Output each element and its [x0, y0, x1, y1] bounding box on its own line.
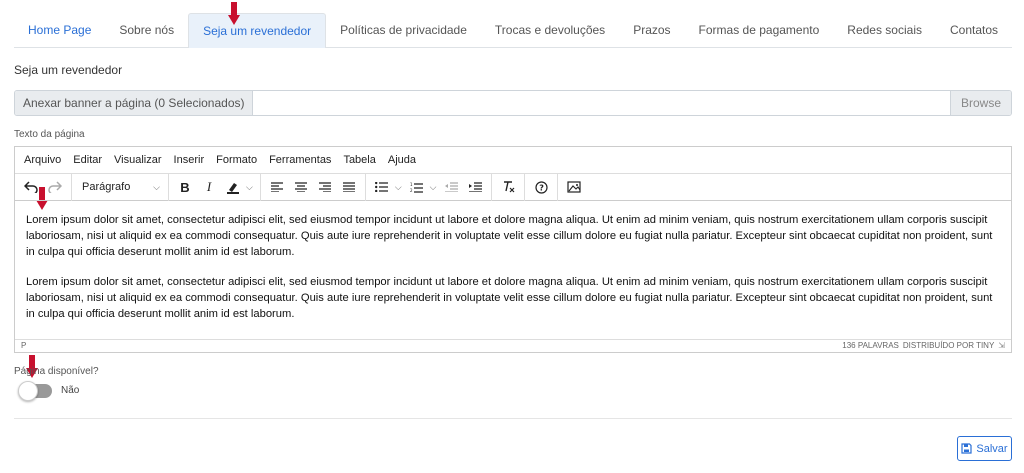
tab-redes-sociais[interactable]: Redes sociais	[833, 13, 936, 48]
menu-ajuda[interactable]: Ajuda	[382, 154, 422, 166]
tab-seja-um-revendedor[interactable]: Seja um revendedor	[188, 13, 327, 48]
editor-toolbar: Parágrafo ⌵ B I ⌵ ⌵ 1 2 ⌵ ?	[15, 173, 1011, 201]
tab-politicas-de-privacidade[interactable]: Políticas de privacidade	[326, 13, 481, 48]
banner-file-field[interactable]	[253, 91, 950, 115]
menu-tabela[interactable]: Tabela	[337, 154, 381, 166]
availability-state: Não	[61, 385, 80, 396]
chevron-down-icon: ⌵	[153, 181, 160, 192]
bullet-list-icon[interactable]	[370, 176, 394, 198]
page-text-label: Texto da página	[14, 129, 85, 140]
redo-icon[interactable]	[43, 176, 67, 198]
menu-visualizar[interactable]: Visualizar	[108, 154, 168, 166]
menu-arquivo[interactable]: Arquivo	[18, 154, 67, 166]
menu-ferramentas[interactable]: Ferramentas	[263, 154, 337, 166]
outdent-icon[interactable]	[439, 176, 463, 198]
menu-formato[interactable]: Formato	[210, 154, 263, 166]
tab-formas-de-pagamento[interactable]: Formas de pagamento	[685, 13, 834, 48]
banner-file-input[interactable]: Anexar banner a página (0 Selecionados) …	[14, 90, 1012, 116]
svg-text:?: ?	[539, 183, 544, 192]
svg-text:1: 1	[410, 182, 413, 187]
editor-menubar: Arquivo Editar Visualizar Inserir Format…	[15, 147, 1011, 174]
editor-paragraph: Lorem ipsum dolor sit amet, consectetur …	[26, 214, 993, 258]
svg-text:2: 2	[410, 188, 413, 193]
tab-prazos[interactable]: Prazos	[619, 13, 684, 48]
clear-formatting-icon[interactable]	[496, 176, 520, 198]
word-count: 136 PALAVRAS	[842, 341, 899, 350]
indent-icon[interactable]	[463, 176, 487, 198]
highlight-color-icon[interactable]	[221, 176, 245, 198]
align-justify-icon[interactable]	[337, 176, 361, 198]
editor-paragraph: Lorem ipsum dolor sit amet, consectetur …	[26, 276, 993, 320]
divider	[14, 418, 1012, 419]
chevron-down-icon[interactable]: ⌵	[395, 182, 402, 193]
tab-trocas-e-devolucoes[interactable]: Trocas e devoluções	[481, 13, 619, 48]
section-title: Seja um revendedor	[14, 63, 123, 77]
menu-inserir[interactable]: Inserir	[168, 154, 211, 166]
tab-contatos[interactable]: Contatos	[936, 13, 1012, 48]
page-tabs: Home Page Sobre nós Seja um revendedor P…	[14, 13, 1012, 48]
tab-sobre-nos[interactable]: Sobre nós	[105, 13, 188, 48]
tab-home-page[interactable]: Home Page	[14, 13, 105, 48]
editor-statusbar: P 136 PALAVRAS DISTRIBUÍDO POR TINY ⇲	[15, 339, 1011, 351]
banner-file-label: Anexar banner a página (0 Selecionados)	[15, 91, 254, 115]
element-path[interactable]: P	[21, 341, 26, 350]
browse-button[interactable]: Browse	[949, 91, 1011, 115]
align-right-icon[interactable]	[313, 176, 337, 198]
rich-text-editor: Arquivo Editar Visualizar Inserir Format…	[14, 146, 1012, 353]
align-center-icon[interactable]	[289, 176, 313, 198]
save-button[interactable]: Salvar	[957, 436, 1012, 461]
numbered-list-icon[interactable]: 12	[405, 176, 429, 198]
resize-handle-icon[interactable]: ⇲	[998, 341, 1005, 350]
toggle-knob	[18, 381, 38, 401]
help-icon[interactable]: ?	[529, 176, 553, 198]
powered-by-link[interactable]: DISTRIBUÍDO POR TINY	[903, 341, 994, 350]
insert-image-icon[interactable]	[562, 176, 586, 198]
availability-label: Página disponível?	[14, 366, 99, 377]
block-format-value: Parágrafo	[82, 181, 131, 193]
save-label: Salvar	[976, 442, 1008, 455]
bold-icon[interactable]: B	[173, 176, 197, 198]
save-icon	[961, 443, 973, 454]
chevron-down-icon[interactable]: ⌵	[246, 182, 253, 193]
annotation-arrow-tab	[228, 2, 240, 26]
align-left-icon[interactable]	[265, 176, 289, 198]
block-format-select[interactable]: Parágrafo ⌵	[76, 176, 164, 198]
menu-editar[interactable]: Editar	[67, 154, 108, 166]
availability-toggle[interactable]	[18, 381, 52, 401]
undo-icon[interactable]	[19, 176, 43, 198]
italic-icon[interactable]: I	[197, 176, 221, 198]
editor-content[interactable]: Lorem ipsum dolor sit amet, consectetur …	[15, 201, 1011, 339]
chevron-down-icon[interactable]: ⌵	[430, 182, 437, 193]
